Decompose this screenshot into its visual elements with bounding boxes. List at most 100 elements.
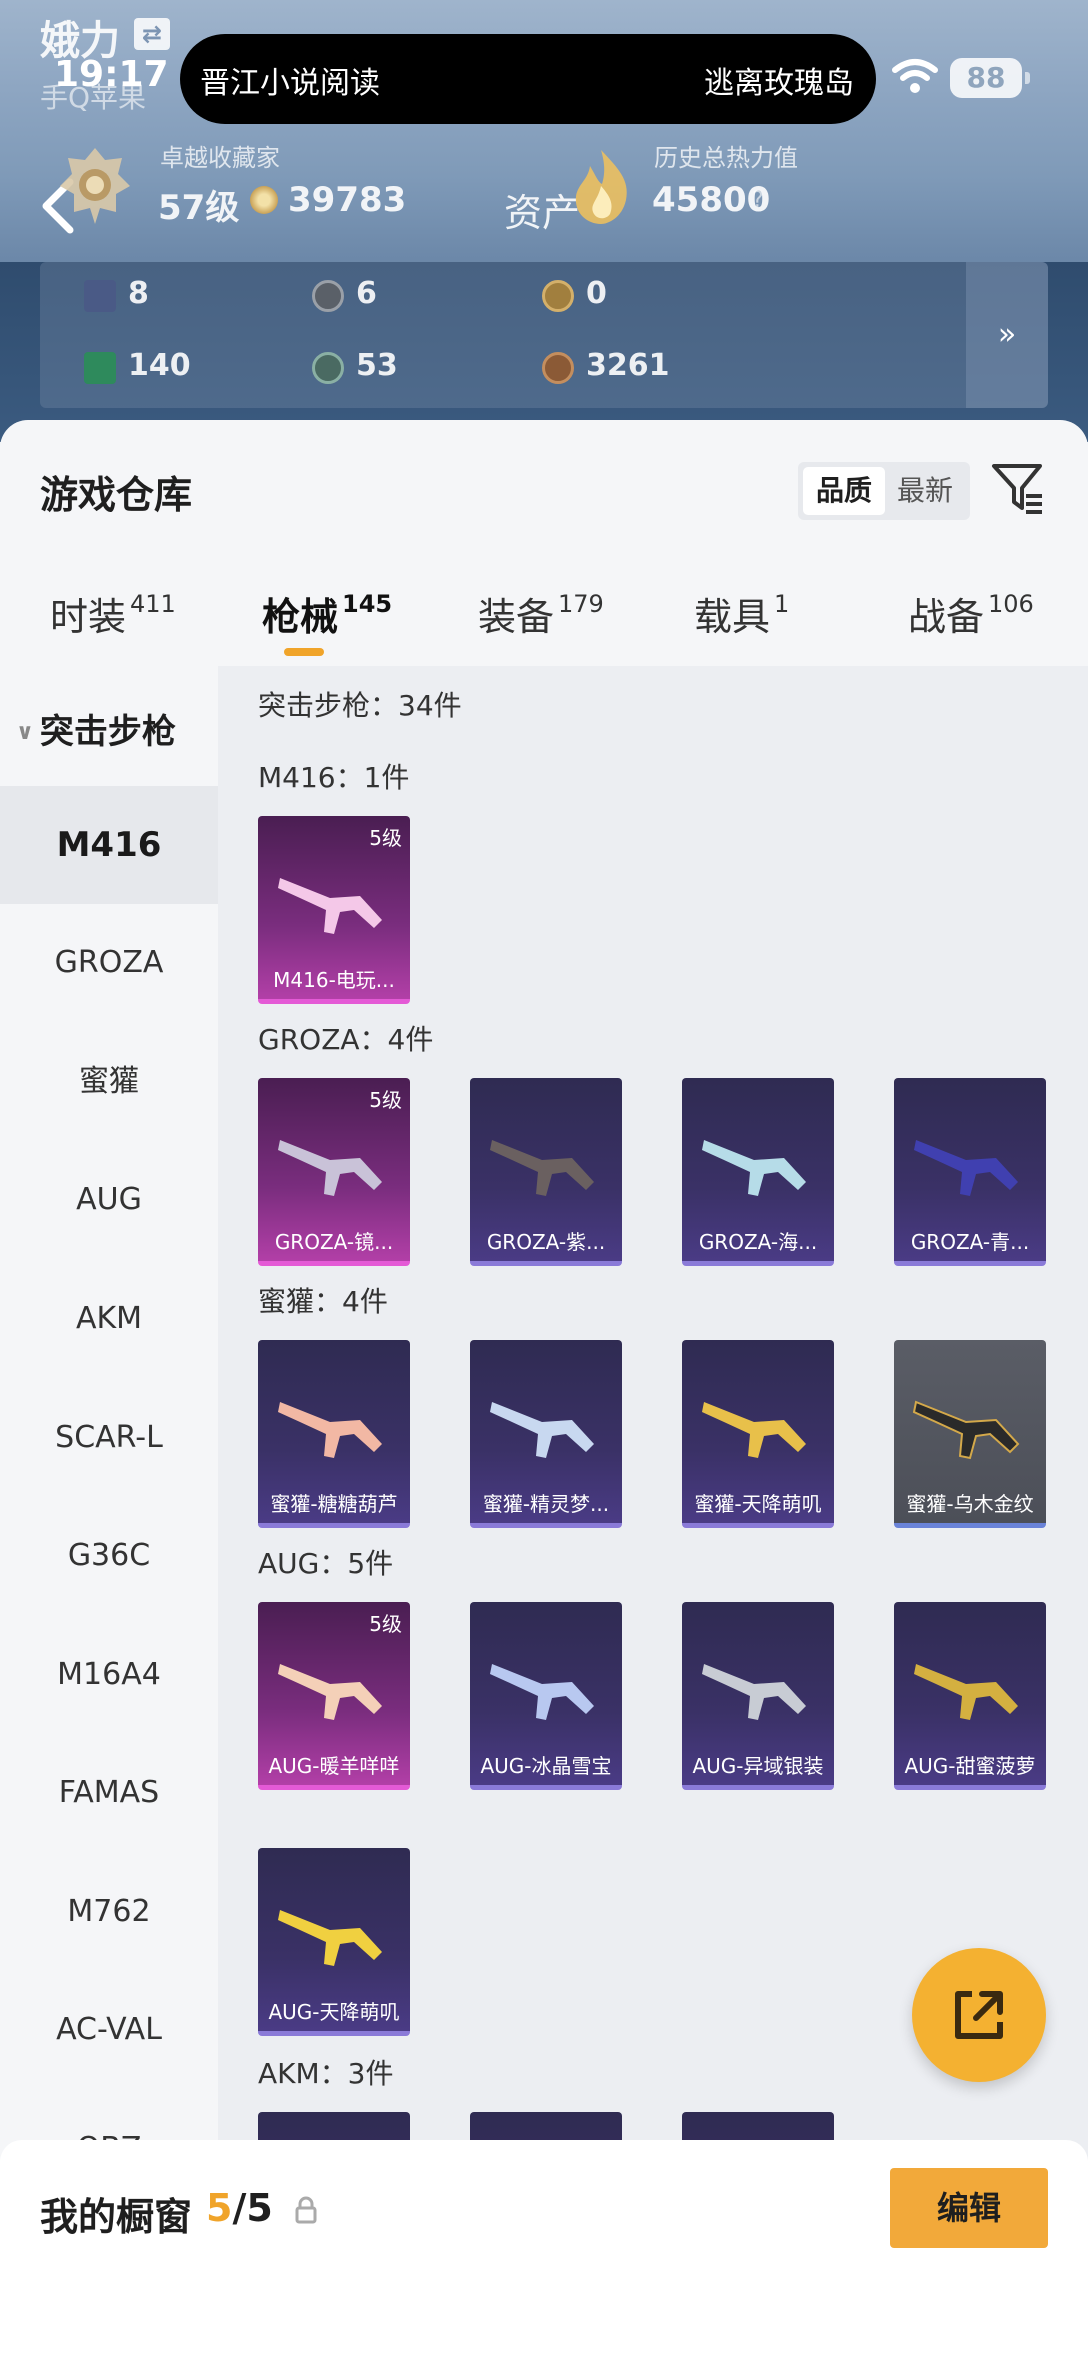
weapon-card[interactable]: 蜜獾-乌木金纹 xyxy=(894,1340,1046,1528)
swap-icon[interactable]: ⇄ xyxy=(134,18,170,50)
rifle-icon xyxy=(278,1402,382,1458)
sidebar-item-g36c[interactable]: G36C xyxy=(0,1497,218,1615)
rank-badge-icon xyxy=(60,148,130,224)
rifle-icon xyxy=(278,1140,382,1196)
card-name: 蜜獾-乌木金纹 xyxy=(906,1492,1034,1516)
weapon-grid: 突击步枪：34件 M416：1件 5级 M416-电玩... GROZA：4件 … xyxy=(218,666,1088,2364)
card-name: 蜜獾-糖糖葫芦 xyxy=(270,1492,398,1516)
tab-firearms[interactable]: 枪械 145 xyxy=(262,586,392,641)
resource-panel xyxy=(40,262,1048,408)
island-left-text: 晋江小说阅读 xyxy=(200,66,380,101)
section-label: GROZA：4件 xyxy=(258,1023,434,1056)
weapon-card[interactable]: 5级 AUG-暖羊咩咩 xyxy=(258,1602,410,1790)
tab-label: 载具 xyxy=(694,595,771,639)
medal-icon xyxy=(312,280,344,312)
card-name: GROZA-紫... xyxy=(486,1230,606,1254)
tab-vehicles[interactable]: 载具 1 xyxy=(694,586,789,641)
weapon-card[interactable]: AUG-冰晶雪宝 xyxy=(470,1602,622,1790)
resource-value: 0 xyxy=(586,276,607,311)
warehouse-title: 游戏仓库 xyxy=(40,473,193,517)
section-label: 蜜獾：4件 xyxy=(258,1285,388,1318)
sort-quality-button[interactable]: 品质 xyxy=(803,467,885,515)
rifle-icon xyxy=(702,1402,806,1458)
heat-title: 历史总热力值 xyxy=(654,144,798,172)
tab-equipment[interactable]: 装备 179 xyxy=(478,586,604,641)
active-tab-indicator xyxy=(284,648,324,656)
sidebar-item-m762[interactable]: M762 xyxy=(0,1853,218,1971)
section-label: AUG：5件 xyxy=(258,1547,394,1580)
tab-count: 411 xyxy=(130,590,176,618)
sidebar-item-groza[interactable]: GROZA xyxy=(0,904,218,1022)
showcase-count: 5/5 xyxy=(206,2186,273,2230)
sidebar-item-honey-badger[interactable]: 蜜獾 xyxy=(0,1023,218,1141)
weapon-card[interactable]: AUG-异域银装 xyxy=(682,1602,834,1790)
card-name: M416-电玩... xyxy=(273,968,395,992)
card-name: GROZA-镜... xyxy=(274,1230,394,1254)
category-total: 突击步枪：34件 xyxy=(258,689,462,722)
chevron-down-icon: ∨ xyxy=(16,720,34,745)
resource-more-button[interactable]: » xyxy=(966,262,1048,408)
rank-level: 57级 xyxy=(158,188,240,228)
sidebar-group-label: 突击步枪 xyxy=(39,712,176,752)
sidebar-item-famas[interactable]: FAMAS xyxy=(0,1734,218,1852)
tab-label: 时装 xyxy=(50,595,127,639)
card-level: 5级 xyxy=(369,1088,402,1112)
card-level: 5级 xyxy=(369,826,402,850)
tab-count: 179 xyxy=(558,590,604,618)
tab-label: 枪械 xyxy=(262,595,339,639)
tab-supplies[interactable]: 战备 106 xyxy=(908,586,1034,641)
share-button[interactable] xyxy=(912,1948,1046,2082)
tab-label: 装备 xyxy=(478,595,555,639)
weapon-card[interactable]: GROZA-海... xyxy=(682,1078,834,1266)
weapon-card[interactable]: AUG-天降萌叽 xyxy=(258,1848,410,2036)
sort-latest-button[interactable]: 最新 xyxy=(884,467,966,515)
rifle-icon xyxy=(490,1664,594,1720)
filter-icon[interactable] xyxy=(990,460,1046,516)
wifi-icon xyxy=(892,59,938,93)
sidebar-item-scar-l[interactable]: SCAR-L xyxy=(0,1379,218,1497)
resource-value: 8 xyxy=(128,276,149,311)
card-level: 5级 xyxy=(369,1612,402,1636)
rifle-icon xyxy=(278,1910,382,1966)
card-name: GROZA-青... xyxy=(910,1230,1030,1254)
tab-fashion[interactable]: 时装 411 xyxy=(50,586,176,641)
help-icon[interactable]: ? xyxy=(752,188,764,213)
platform-label: 手Q苹果 xyxy=(40,81,147,114)
coin-value: 39783 xyxy=(288,180,407,220)
weapon-card[interactable]: 5级 GROZA-镜... xyxy=(258,1078,410,1266)
battery-icon: 88 xyxy=(950,58,1030,98)
rifle-icon xyxy=(278,1664,382,1720)
weapon-card[interactable]: AUG-甜蜜菠萝 xyxy=(894,1602,1046,1790)
rifle-icon xyxy=(490,1402,594,1458)
sidebar-item-akm[interactable]: AKM xyxy=(0,1260,218,1378)
rifle-icon xyxy=(912,1400,1020,1460)
tab-count: 1 xyxy=(774,590,790,618)
card-name: 蜜獾-天降萌叽 xyxy=(694,1492,822,1516)
card-name: GROZA-海... xyxy=(698,1230,818,1254)
rifle-icon xyxy=(702,1140,806,1196)
card-name: AUG-甜蜜菠萝 xyxy=(904,1754,1036,1778)
weapon-card[interactable]: 蜜獾-精灵梦... xyxy=(470,1340,622,1528)
weapon-card[interactable]: 蜜獾-糖糖葫芦 xyxy=(258,1340,410,1528)
coin-icon xyxy=(250,186,278,214)
sidebar-item-aug[interactable]: AUG xyxy=(0,1141,218,1259)
weapon-card[interactable]: 蜜獾-天降萌叽 xyxy=(682,1340,834,1528)
resource-value: 53 xyxy=(356,348,398,383)
weapon-card[interactable]: 5级 M416-电玩... xyxy=(258,816,410,1004)
weapon-card[interactable]: GROZA-紫... xyxy=(470,1078,622,1266)
lock-icon xyxy=(295,2196,317,2224)
sidebar-item-m416[interactable]: M416 xyxy=(0,786,218,904)
island-right-text: 逃离玫瑰岛 xyxy=(704,66,854,101)
sidebar-group-assault-rifle[interactable]: ∨ 突击步枪 xyxy=(16,704,176,753)
edit-button[interactable]: 编辑 xyxy=(890,2168,1048,2248)
weapon-card[interactable]: GROZA-青... xyxy=(894,1078,1046,1266)
resource-value: 140 xyxy=(128,348,191,383)
card-icon xyxy=(84,280,116,312)
sidebar-item-ac-val[interactable]: AC-VAL xyxy=(0,1971,218,2089)
sidebar-item-m16a4[interactable]: M16A4 xyxy=(0,1616,218,1734)
resource-value: 6 xyxy=(356,276,377,311)
orb-icon xyxy=(312,352,344,384)
card-name: AUG-异域银装 xyxy=(692,1754,824,1778)
rank-title: 卓越收藏家 xyxy=(160,144,280,172)
section-label: AKM：3件 xyxy=(258,2057,394,2090)
